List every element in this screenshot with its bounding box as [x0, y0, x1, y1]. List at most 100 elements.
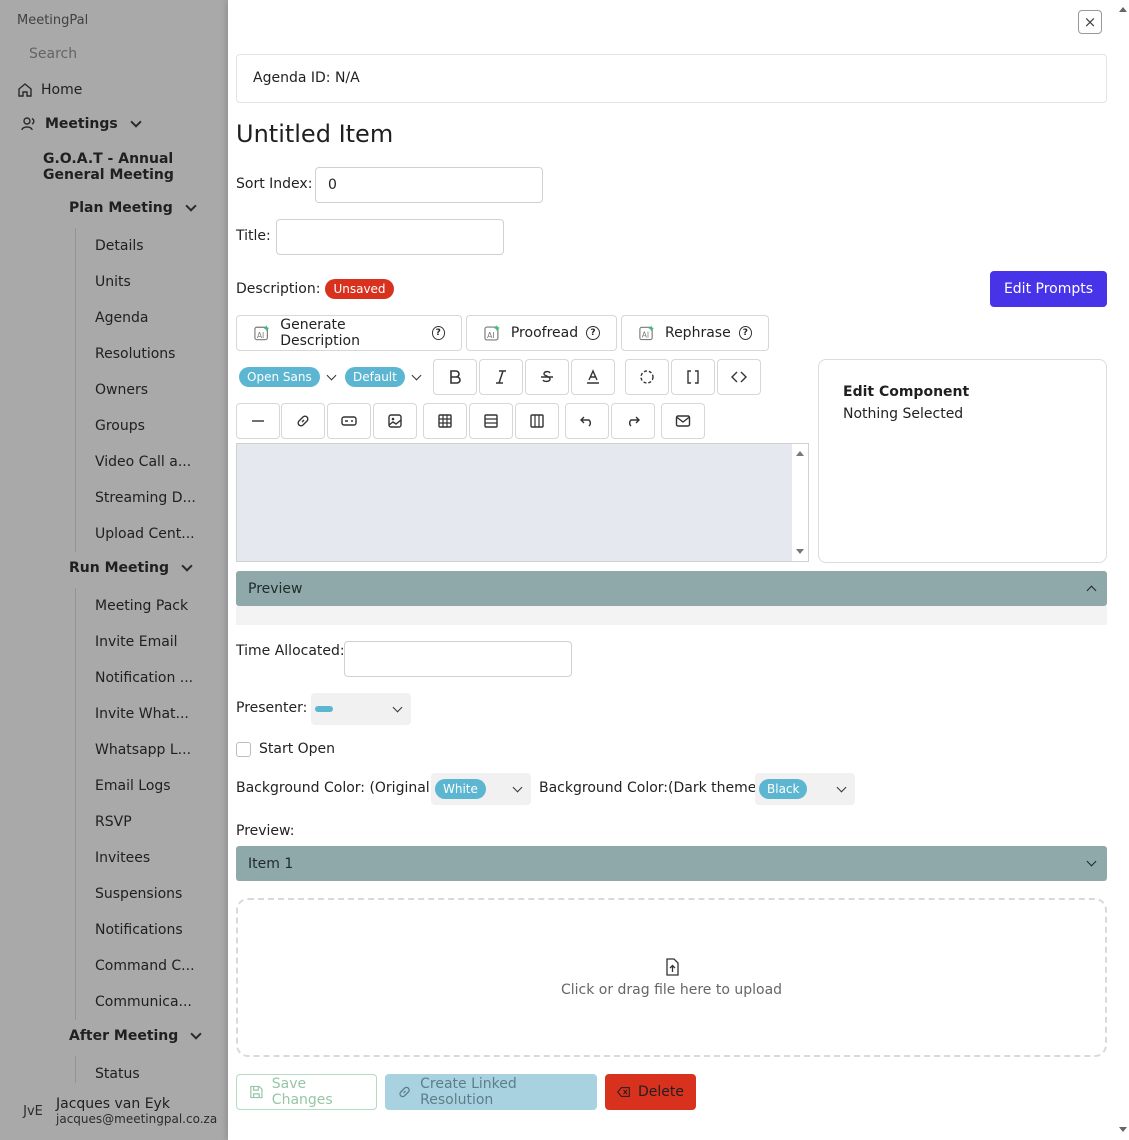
file-upload-icon: [665, 957, 679, 976]
close-button[interactable]: ×: [1078, 10, 1102, 34]
bold-icon: [450, 370, 461, 384]
save-changes-button[interactable]: Save Changes: [236, 1074, 377, 1110]
start-open-row[interactable]: Start Open: [236, 741, 335, 757]
chevron-down-icon: [392, 702, 403, 712]
button-insert-button[interactable]: [327, 403, 371, 439]
edit-component-title: Edit Component: [843, 384, 970, 400]
time-allocated-input[interactable]: [344, 641, 572, 677]
rich-text-editor[interactable]: [236, 443, 809, 562]
code-icon: [731, 371, 747, 383]
preview-label: Preview: [248, 580, 303, 597]
brackets-button[interactable]: [671, 359, 715, 395]
ai-sparkle-icon: AI: [484, 325, 500, 341]
svg-text:AI: AI: [257, 331, 264, 340]
preview-accordion[interactable]: Preview: [236, 571, 1107, 606]
presenter-label: Presenter:: [236, 700, 308, 716]
text-color-button[interactable]: [571, 359, 615, 395]
text-color-icon: [587, 369, 599, 384]
bg-dark-select[interactable]: Black: [755, 773, 855, 805]
ai-sparkle-icon: AI: [254, 325, 270, 341]
help-icon[interactable]: ?: [431, 326, 445, 340]
start-open-checkbox[interactable]: [236, 741, 251, 757]
redo-button[interactable]: [611, 403, 655, 439]
start-open-label: Start Open: [259, 741, 336, 757]
dashed-circle-icon: [640, 370, 654, 384]
font-family-value: Open Sans: [239, 367, 320, 387]
chevron-down-icon: [326, 370, 337, 380]
font-size-select[interactable]: Default: [345, 359, 422, 395]
description-label-row: Description: Unsaved: [236, 279, 394, 299]
save-changes-label: Save Changes: [271, 1076, 333, 1108]
time-allocated-label: Time Allocated:: [236, 643, 345, 659]
edit-component-panel: Edit Component Nothing Selected: [818, 359, 1107, 563]
image-icon: [388, 414, 402, 428]
image-button[interactable]: [373, 403, 417, 439]
delete-button[interactable]: Delete: [605, 1074, 696, 1110]
columns-button[interactable]: [515, 403, 559, 439]
link-button[interactable]: [281, 403, 325, 439]
bg-dark-value: Black: [759, 779, 808, 799]
sort-index-label: Sort Index:: [236, 176, 313, 192]
brackets-icon: [687, 370, 699, 384]
ai-button-label: Generate Description: [280, 317, 360, 349]
create-linked-label: Create Linked Resolution: [420, 1076, 517, 1108]
bg-original-label: Background Color: (Original): [236, 780, 436, 796]
italic-button[interactable]: [479, 359, 523, 395]
link-icon: [297, 415, 309, 427]
chevron-up-icon: [1086, 585, 1097, 596]
proofread-button[interactable]: AI Proofread ?: [466, 315, 617, 351]
font-size-value: Default: [345, 367, 405, 387]
title-label: Title:: [236, 228, 271, 244]
editor-scrollbar[interactable]: [792, 444, 808, 561]
preview-content: [236, 606, 1107, 625]
columns-icon: [530, 414, 544, 428]
chevron-down-icon: [1086, 856, 1097, 867]
help-icon[interactable]: ?: [586, 326, 600, 340]
table-icon: [438, 414, 452, 428]
email-button[interactable]: [661, 403, 705, 439]
upload-text: Click or drag file here to upload: [560, 981, 783, 998]
ai-sparkle-icon: AI: [639, 325, 655, 341]
strikethrough-button[interactable]: [525, 359, 569, 395]
agenda-item-drawer: × Agenda ID: N/A Untitled Item Sort Inde…: [228, 0, 1129, 1140]
redo-icon: [629, 416, 640, 427]
bg-dark-label: Background Color:(Dark theme): [539, 780, 762, 796]
horizontal-rule-button[interactable]: [236, 403, 280, 439]
rephrase-button[interactable]: AI Rephrase ?: [621, 315, 769, 351]
scroll-arrows-icon: [796, 451, 804, 554]
table-button[interactable]: [423, 403, 467, 439]
close-icon: ×: [1083, 13, 1097, 31]
presenter-select[interactable]: [311, 693, 411, 725]
edit-prompts-button[interactable]: Edit Prompts: [990, 271, 1107, 307]
edit-component-value: Nothing Selected: [843, 406, 964, 422]
page-scrollbar[interactable]: [1117, 0, 1129, 1140]
delete-label: Delete: [638, 1084, 684, 1100]
italic-icon: [496, 370, 506, 384]
modal-overlay[interactable]: [0, 0, 228, 1140]
generate-description-button[interactable]: AI Generate Description ?: [236, 315, 462, 351]
rows-button[interactable]: [469, 403, 513, 439]
unsaved-badge: Unsaved: [325, 279, 394, 299]
font-family-select[interactable]: Open Sans: [236, 359, 337, 395]
bg-original-value: White: [435, 779, 486, 799]
description-label: Description:: [236, 281, 321, 297]
create-linked-resolution-button[interactable]: Create Linked Resolution: [385, 1074, 597, 1110]
item-accordion[interactable]: Item 1: [236, 846, 1107, 881]
title-input[interactable]: [276, 219, 504, 255]
ai-button-label: Rephrase: [664, 325, 731, 341]
undo-button[interactable]: [565, 403, 609, 439]
rows-icon: [484, 414, 498, 428]
code-button[interactable]: [717, 359, 761, 395]
file-upload-dropzone[interactable]: Click or drag file here to upload: [236, 898, 1107, 1057]
svg-text:AI: AI: [642, 331, 649, 340]
help-icon[interactable]: ?: [738, 326, 752, 340]
bg-original-select[interactable]: White: [431, 773, 531, 805]
svg-text:AI: AI: [487, 331, 495, 340]
bold-button[interactable]: [433, 359, 477, 395]
presenter-pill: [315, 706, 333, 712]
page-title: Untitled Item: [236, 120, 394, 148]
sort-index-input[interactable]: 0: [315, 167, 543, 203]
undo-icon: [580, 416, 591, 427]
circle-select-button[interactable]: [625, 359, 669, 395]
agenda-id: Agenda ID: N/A: [236, 54, 1107, 103]
